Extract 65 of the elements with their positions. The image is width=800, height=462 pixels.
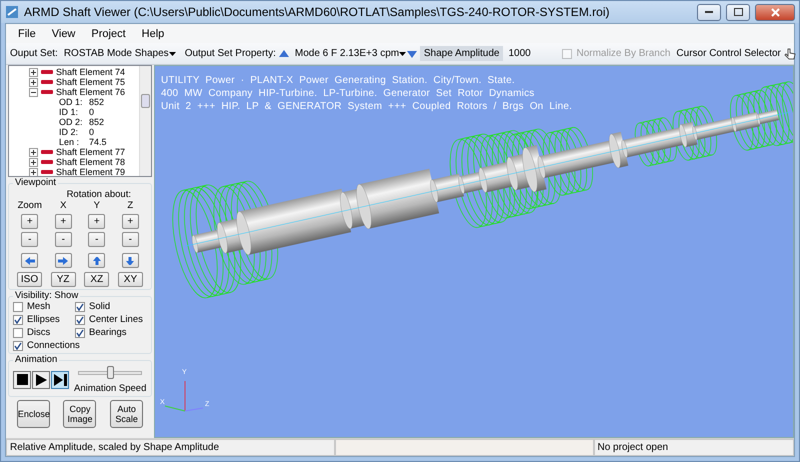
status-text: Relative Amplitude, scaled by Shape Amplitude [6, 439, 335, 456]
minus-button[interactable]: - [88, 232, 106, 247]
shape-amplitude-label: Shape Amplitude [420, 46, 504, 61]
checkbox-label: Discs [27, 327, 50, 338]
property-label: Len : [59, 137, 80, 147]
caption-line: 400 MW Company HIP-Turbine. LP-Turbine. Generator Set Rotor Dynamics [161, 87, 536, 100]
property-value: 74.5 [89, 137, 107, 147]
property-label: ID 1: [59, 107, 80, 117]
action-button[interactable]: Auto Scale [110, 400, 144, 428]
menu-item[interactable]: Project [83, 28, 134, 40]
caption-line: UTILITY Power · PLANT-X Power Generating Station. City/Town. State. [161, 74, 516, 87]
tree-item[interactable]: Shaft Element 75 [56, 77, 126, 87]
tree-item[interactable]: Shaft Element 79 [56, 167, 126, 176]
caption-line: Unit 2 +++ HIP. LP & GENERATOR System +++ Coupled Rotors / Brgs On Line. [161, 100, 574, 113]
column-header: Z [127, 200, 134, 211]
tree-item[interactable]: Shaft Element 78 [56, 157, 126, 167]
menu-item[interactable]: File [10, 28, 44, 40]
status-text: No project open [594, 439, 794, 456]
minus-button[interactable]: - [122, 232, 139, 247]
tree-item[interactable]: Shaft Element 74 [56, 67, 126, 77]
menu-item[interactable]: View [44, 28, 84, 40]
group-title: Viewpoint [14, 178, 58, 188]
cursor-control-label: Cursor Control Selector [676, 48, 781, 59]
view-button[interactable]: ISO [17, 272, 42, 287]
output-set-label: Ouput Set: [10, 48, 58, 59]
checkbox-label: Connections [27, 340, 80, 351]
property-value: 0 [89, 127, 94, 137]
property-label: OD 1: [59, 97, 84, 107]
plus-button[interactable]: + [122, 214, 139, 229]
tree-item[interactable]: Shaft Element 77 [56, 147, 126, 157]
view-button[interactable]: XY [118, 272, 143, 287]
plus-button[interactable]: + [88, 214, 106, 229]
view-button[interactable]: YZ [50, 272, 76, 287]
view-button[interactable]: XZ [84, 272, 110, 287]
tree-item[interactable]: Shaft Element 76 [56, 87, 126, 97]
checkbox-label: Ellipses [27, 314, 60, 325]
checkbox-label: Mesh [27, 301, 50, 312]
menu-item[interactable]: Help [134, 28, 172, 40]
mode-dropdown[interactable]: Mode 6 F 2.13E+3 cpm [292, 44, 404, 62]
property-value: 852 [89, 117, 104, 127]
property-value: 0 [89, 107, 94, 117]
shape-amplitude-field[interactable]: 1000 [506, 44, 556, 62]
normalize-label: Normalize By Branch [576, 48, 670, 59]
window-title: ARMD Shaft Viewer (C:\Users\Public\Documents\ARMD60\ROTLAT\Samples\TGS-240-ROTOR-SYSTEM.roi) [24, 5, 610, 19]
checkbox-label: Center Lines [89, 314, 143, 325]
plus-button[interactable]: + [54, 214, 72, 229]
speed-label: Animation Speed [74, 383, 146, 394]
action-button[interactable]: Copy Image [63, 400, 96, 428]
action-button[interactable]: Enclose [16, 400, 50, 428]
rotation-label: Rotation about: [66, 189, 131, 200]
minus-button[interactable]: - [54, 232, 72, 247]
output-set-property-label: Output Set Property: [184, 48, 276, 59]
property-value: 852 [89, 97, 104, 107]
group-title: Animation [14, 355, 58, 365]
property-label: ID 2: [59, 127, 80, 137]
property-label: OD 2: [59, 117, 84, 127]
group-title: Visibility: Show [14, 291, 80, 301]
checkbox-label: Solid [89, 301, 110, 312]
column-header: Zoom [18, 200, 42, 211]
plus-button[interactable]: + [21, 214, 38, 229]
column-header: Y [94, 200, 100, 211]
minus-button[interactable]: - [21, 232, 38, 247]
column-header: X [60, 200, 66, 211]
output-set-dropdown[interactable]: ROSTAB Mode Shapes [60, 44, 179, 62]
checkbox-label: Bearings [89, 327, 126, 338]
